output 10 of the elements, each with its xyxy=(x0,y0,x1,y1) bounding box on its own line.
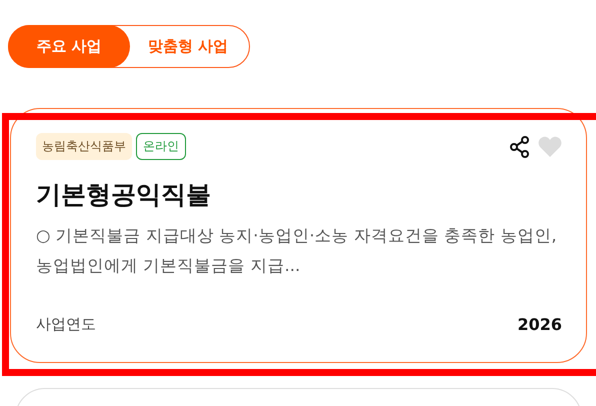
tag: 온라인 xyxy=(136,133,186,160)
year-value: 2026 xyxy=(517,315,562,334)
program-description: ○ 기본직불금 지급대상 농지·농업인·소농 자격요건을 충족한 농업인, 농업법인에게 기본직불금을 지급... xyxy=(36,225,558,277)
tag: 농림축산식품부 xyxy=(36,133,132,160)
year-label: 사업연도 xyxy=(36,315,96,334)
share-icon[interactable] xyxy=(510,136,530,158)
program-card[interactable]: 농림축산식품부 온라인 기본형공익직불 ○ 기본직불금 지급대상 농지·농업인·소농 자격요건을 충족한 농업인, 농업법인에게 기본직불금을 지급... 사업연도 2026 xyxy=(10,108,587,363)
tab[interactable]: 주요 사업 xyxy=(8,25,130,68)
program-title: 기본형공익직불 xyxy=(36,179,212,211)
tab[interactable]: 맞춤형 사업 xyxy=(129,25,247,68)
